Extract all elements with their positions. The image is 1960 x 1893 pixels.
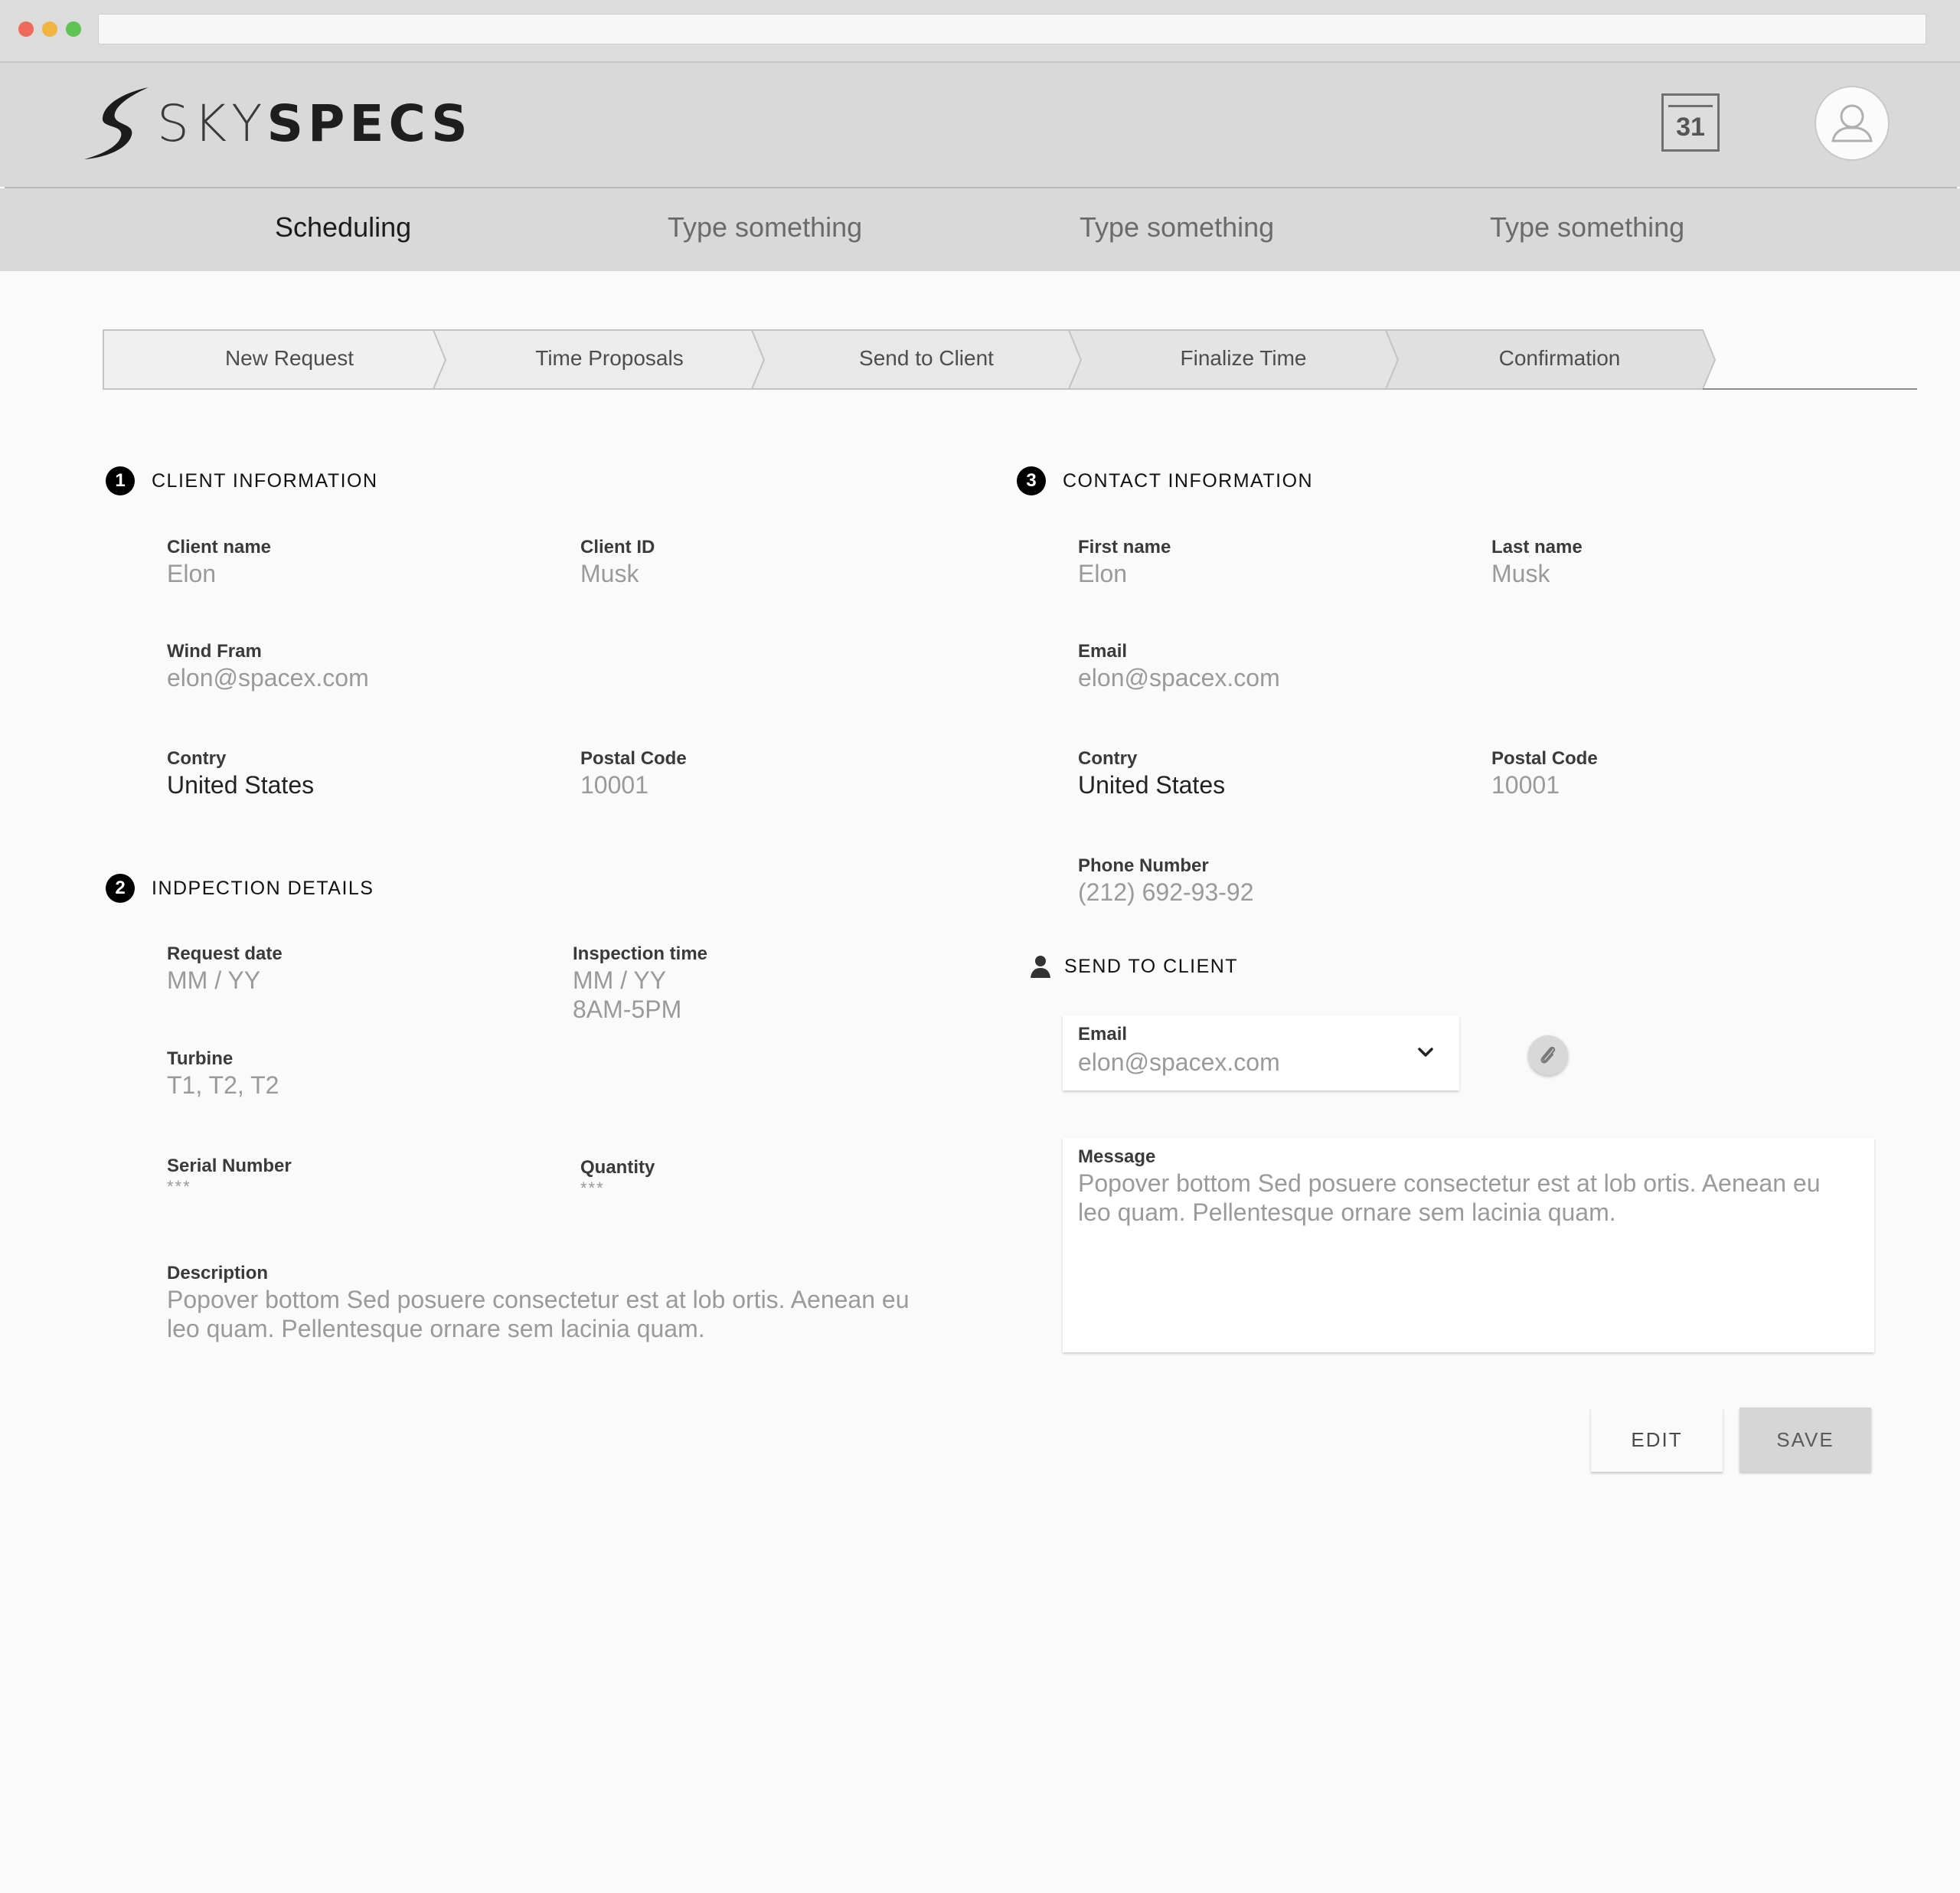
turbine-label: Turbine: [167, 1048, 234, 1069]
contact-country-value: United States: [1078, 771, 1226, 799]
email-select-value: elon@spacex.com: [1078, 1048, 1280, 1076]
inspection-time-label: Inspection time: [573, 943, 708, 964]
window-close-dot[interactable]: [18, 21, 34, 37]
phone-number-field: Phone Number (212) 692-93-92: [1078, 855, 1253, 907]
quantity-label: Quantity: [580, 1157, 655, 1178]
contact-email-field: Email elon@spacex.com: [1078, 640, 1280, 692]
paperclip-icon: [1540, 1046, 1556, 1064]
step-time-proposals[interactable]: Time Proposals: [495, 346, 724, 371]
contact-email-label: Email: [1078, 641, 1128, 662]
client-id-label: Client ID: [580, 537, 655, 557]
client-name-label: Client name: [167, 537, 272, 557]
serial-number-value: ***: [167, 1177, 191, 1196]
first-name-field: First name Elon: [1078, 536, 1171, 588]
wind-farm-field: Wind Fram elon@spacex.com: [167, 640, 369, 692]
message-value: Popover bottom Sed posuere consectetur e…: [1078, 1169, 1821, 1226]
contact-postal-code-value: 10001: [1491, 771, 1560, 799]
attach-button[interactable]: [1528, 1035, 1568, 1075]
client-id-value: Musk: [580, 560, 639, 587]
contact-postal-code-label: Postal Code: [1491, 748, 1598, 769]
step-confirmation[interactable]: Confirmation: [1445, 346, 1674, 371]
step-send-to-client[interactable]: Send to Client: [812, 346, 1041, 371]
contact-email-value: elon@spacex.com: [1078, 664, 1280, 691]
contact-postal-code-field: Postal Code 10001: [1491, 747, 1598, 799]
brand-specs: SPECS: [266, 94, 472, 153]
client-postal-code-field: Postal Code 10001: [580, 747, 687, 799]
user-icon: [1031, 956, 1050, 978]
email-select[interactable]: Email elon@spacex.com: [1063, 1015, 1459, 1090]
serial-number-label: Serial Number: [167, 1156, 292, 1176]
contact-country-field: Contry United States: [1078, 747, 1225, 799]
chevron-down-icon[interactable]: [1415, 1041, 1436, 1063]
serial-number-field: Serial Number ***: [167, 1155, 292, 1196]
inspection-time-value: MM / YY 8AM-5PM: [573, 966, 682, 1023]
contact-country-label: Contry: [1078, 748, 1138, 769]
client-id-field: Client ID Musk: [580, 536, 655, 588]
window-minimize-dot[interactable]: [42, 21, 57, 37]
first-name-label: First name: [1078, 537, 1171, 557]
tab-type-something-2[interactable]: Type something: [1080, 211, 1274, 244]
user-avatar[interactable]: [1815, 86, 1890, 161]
phone-number-value: (212) 692-93-92: [1078, 878, 1254, 906]
contact-info-title: CONTACT INFORMATION: [1063, 469, 1314, 492]
address-bar[interactable]: [98, 14, 1926, 44]
quantity-field: Quantity ***: [580, 1156, 655, 1198]
client-postal-code-value: 10001: [580, 771, 648, 799]
quantity-value: ***: [580, 1179, 605, 1198]
tab-type-something-1[interactable]: Type something: [668, 211, 862, 244]
client-name-field: Client name Elon: [167, 536, 271, 588]
section-number-2: 2: [106, 874, 135, 903]
request-date-label: Request date: [167, 943, 283, 964]
step-finalize-time[interactable]: Finalize Time: [1129, 346, 1358, 371]
inspection-heading: 2 INDPECTION DETAILS: [106, 874, 374, 903]
turbine-field: Turbine T1, T2, T2: [167, 1048, 279, 1100]
client-postal-code-label: Postal Code: [580, 748, 687, 769]
turbine-value: T1, T2, T2: [167, 1071, 279, 1099]
tab-type-something-3[interactable]: Type something: [1490, 211, 1684, 244]
client-country-value: United States: [167, 771, 315, 799]
description-value: Popover bottom Sed posuere consectetur e…: [167, 1286, 910, 1342]
email-select-label: Email: [1078, 1024, 1128, 1045]
message-label: Message: [1078, 1146, 1156, 1167]
skyspecs-logo-icon: [84, 87, 149, 159]
wind-farm-label: Wind Fram: [167, 641, 262, 662]
request-date-value: MM / YY: [167, 966, 261, 994]
save-button[interactable]: SAVE: [1740, 1407, 1871, 1472]
client-country-field: Contry United States: [167, 747, 314, 799]
inspection-title: INDPECTION DETAILS: [152, 877, 374, 899]
client-info-title: CLIENT INFORMATION: [152, 469, 378, 492]
request-date-field: Request date MM / YY: [167, 943, 283, 995]
browser-chrome: [0, 0, 1960, 63]
edit-button[interactable]: EDIT: [1591, 1407, 1723, 1472]
message-textarea[interactable]: Message Popover bottom Sed posuere conse…: [1063, 1138, 1874, 1352]
calendar-button[interactable]: 31: [1661, 93, 1720, 152]
calendar-day: 31: [1676, 113, 1705, 142]
tab-scheduling[interactable]: Scheduling: [275, 211, 411, 244]
client-name-value: Elon: [167, 560, 217, 587]
wind-farm-value: elon@spacex.com: [167, 664, 369, 691]
step-new-request[interactable]: New Request: [175, 346, 404, 371]
client-info-heading: 1 CLIENT INFORMATION: [106, 466, 378, 495]
brand-wordmark: SKYSPECS: [157, 96, 472, 152]
last-name-value: Musk: [1491, 560, 1550, 587]
send-to-client-heading: SEND TO CLIENT: [1029, 955, 1238, 978]
last-name-label: Last name: [1491, 537, 1583, 557]
section-number-1: 1: [106, 466, 135, 495]
inspection-time-field: Inspection time MM / YY 8AM-5PM: [573, 943, 707, 1024]
client-country-label: Contry: [167, 748, 227, 769]
description-field: Description Popover bottom Sed posuere c…: [167, 1262, 948, 1343]
first-name-value: Elon: [1078, 560, 1128, 587]
user-outline-icon: [1831, 104, 1873, 142]
progress-stepper: New Request Time Proposals Send to Clien…: [103, 329, 1917, 391]
phone-number-label: Phone Number: [1078, 855, 1209, 876]
section-number-3: 3: [1017, 466, 1046, 495]
window-zoom-dot[interactable]: [66, 21, 81, 37]
last-name-field: Last name Musk: [1491, 536, 1583, 588]
main-nav: Scheduling Type something Type something…: [0, 188, 1960, 271]
description-label: Description: [167, 1263, 269, 1283]
send-to-client-title: SEND TO CLIENT: [1064, 955, 1239, 977]
brand-sky: SKY: [157, 94, 267, 153]
contact-info-heading: 3 CONTACT INFORMATION: [1017, 466, 1313, 495]
